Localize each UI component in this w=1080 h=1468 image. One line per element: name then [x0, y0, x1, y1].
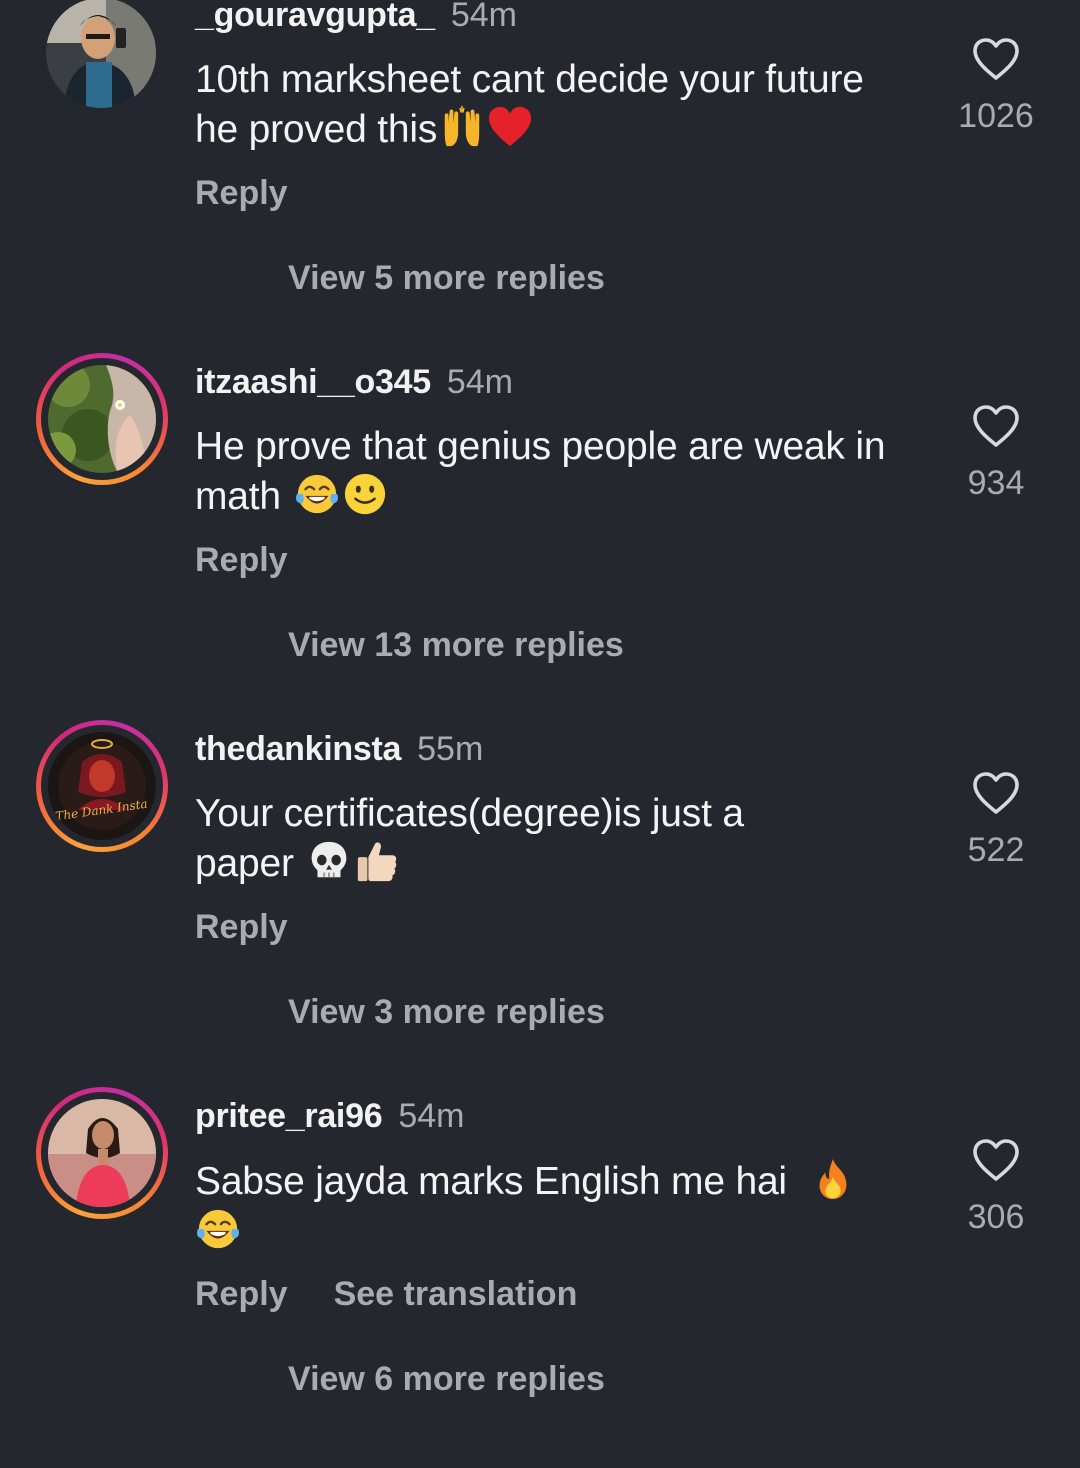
comment-item: itzaashi__o345 54m He prove that genius p…	[0, 353, 1080, 734]
username[interactable]: itzaashi__o345	[195, 363, 431, 401]
avatar[interactable]: The Dank Insta	[36, 720, 168, 852]
like-count: 934	[967, 464, 1025, 502]
fire-icon	[810, 1156, 856, 1202]
reply-button[interactable]: Reply	[195, 174, 288, 212]
like-count: 306	[967, 1198, 1025, 1236]
tears-of-joy-icon	[294, 471, 340, 517]
avatar[interactable]	[36, 353, 168, 485]
reply-button[interactable]: Reply	[195, 1275, 288, 1313]
reply-button[interactable]: Reply	[195, 541, 288, 579]
username[interactable]: thedankinsta	[195, 730, 401, 768]
like-section: 522	[940, 770, 1052, 870]
comment-actions: Reply	[195, 907, 288, 947]
tears-of-joy-icon	[195, 1206, 241, 1252]
like-count: 522	[967, 831, 1025, 869]
reply-button[interactable]: Reply	[195, 908, 288, 946]
comment-actions: Reply	[195, 173, 288, 213]
heart-icon[interactable]	[971, 36, 1021, 82]
thumbs-up-icon	[354, 838, 400, 884]
username[interactable]: _gouravgupta_	[195, 0, 435, 34]
comment-meta: pritee_rai96 54m	[195, 1096, 464, 1136]
comment-item: pritee_rai96 54m Sabse jayda marks Englis…	[0, 1087, 1080, 1468]
profile-logo: The Dank Insta	[48, 732, 156, 840]
profile-photo	[46, 0, 156, 108]
comment-text: 10th marksheet cant decide your future h…	[195, 55, 915, 154]
timestamp: 55m	[417, 730, 484, 768]
like-section: 1026	[940, 36, 1052, 136]
view-replies-button[interactable]: View 3 more replies	[288, 992, 605, 1032]
comment-body: Your certificates(degree)is just a paper	[195, 792, 744, 885]
comment-text: Your certificates(degree)is just a paper	[195, 789, 835, 888]
comment-actions: Reply	[195, 540, 288, 580]
see-translation-button[interactable]: See translation	[334, 1275, 578, 1313]
heart-icon[interactable]	[971, 770, 1021, 816]
avatar[interactable]	[36, 1087, 168, 1219]
slightly-smiling-face-icon	[342, 471, 388, 517]
profile-photo	[48, 1099, 156, 1207]
username[interactable]: pritee_rai96	[195, 1097, 383, 1135]
view-replies-button[interactable]: View 13 more replies	[288, 625, 624, 665]
like-section: 934	[940, 403, 1052, 503]
heart-icon[interactable]	[971, 403, 1021, 449]
comment-actions: Reply See translation	[195, 1274, 577, 1314]
comment-meta: thedankinsta 55m	[195, 729, 483, 769]
timestamp: 54m	[450, 0, 517, 34]
comment-text: He prove that genius people are weak in …	[195, 422, 915, 521]
comment-text: Sabse jayda marks English me hai	[195, 1156, 895, 1256]
skull-icon	[306, 838, 352, 884]
like-section: 306	[940, 1137, 1052, 1237]
timestamp: 54m	[446, 363, 513, 401]
comment-meta: itzaashi__o345 54m	[195, 362, 513, 402]
view-replies-button[interactable]: View 6 more replies	[288, 1359, 605, 1399]
heart-icon[interactable]	[971, 1137, 1021, 1183]
comment-body: Sabse jayda marks English me hai	[195, 1160, 787, 1203]
avatar[interactable]	[46, 0, 156, 108]
timestamp: 54m	[398, 1097, 465, 1135]
comment-item: The Dank Insta thedankinsta 55m Your cert…	[0, 720, 1080, 1101]
raising-hands-icon	[439, 104, 485, 150]
like-count: 1026	[958, 97, 1034, 135]
view-replies-button[interactable]: View 5 more replies	[288, 258, 605, 298]
red-heart-icon	[487, 104, 533, 150]
profile-photo	[48, 365, 156, 473]
comment-item: _gouravgupta_ 54m 10th marksheet cant dec…	[0, 0, 1080, 367]
comment-meta: _gouravgupta_ 54m	[195, 0, 517, 35]
